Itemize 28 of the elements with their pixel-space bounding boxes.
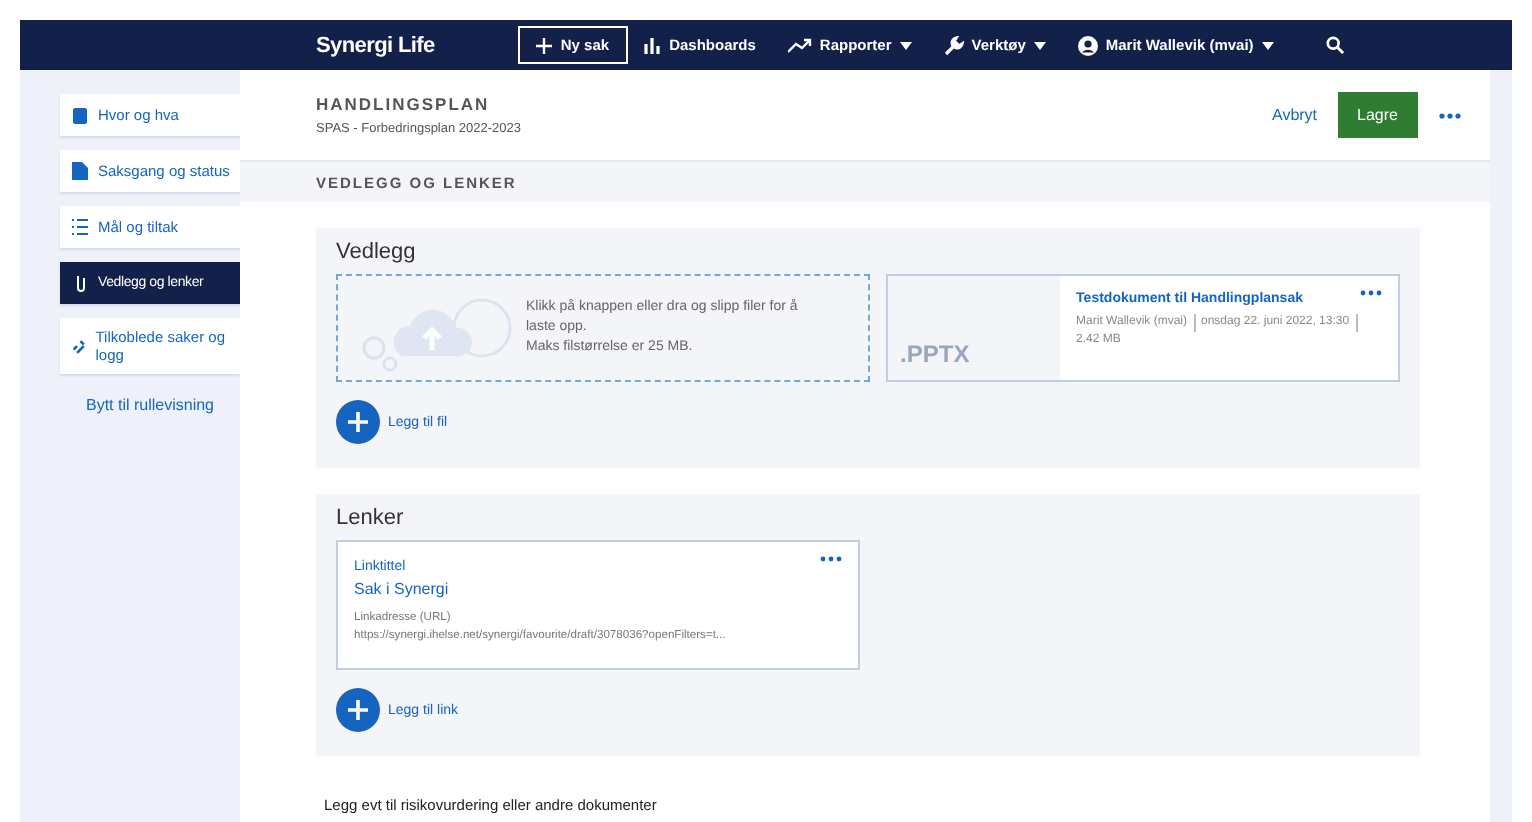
wrench-icon bbox=[943, 35, 964, 55]
page-title: HANDLINGSPLAN bbox=[316, 94, 492, 114]
switch-view-link[interactable]: Bytt til rullevisning bbox=[60, 396, 240, 414]
sidebar-icon bbox=[72, 274, 88, 292]
more-icon[interactable] bbox=[1438, 111, 1462, 119]
sidebar-icon bbox=[72, 337, 86, 355]
sidebar-icon bbox=[72, 218, 88, 236]
link-title[interactable]: Sak i Synergi bbox=[354, 580, 449, 598]
plus-circle-icon bbox=[336, 400, 380, 444]
file-extension: .PPTX bbox=[900, 340, 970, 368]
sidebar-icon bbox=[72, 162, 88, 180]
cancel-link[interactable]: Avbryt bbox=[1272, 106, 1318, 124]
more-icon[interactable] bbox=[1360, 290, 1382, 296]
logo[interactable]: Synergi Life bbox=[316, 33, 435, 57]
caret-icon bbox=[1033, 41, 1046, 49]
trend-icon bbox=[787, 37, 812, 53]
caret-icon bbox=[899, 41, 912, 49]
search-icon[interactable] bbox=[1325, 36, 1344, 54]
panel-title: Lenker bbox=[336, 506, 406, 530]
bar-chart-icon bbox=[643, 37, 662, 53]
plus-icon bbox=[536, 37, 553, 53]
plus-circle-icon bbox=[336, 688, 380, 732]
more-icon[interactable] bbox=[820, 556, 842, 562]
save-button[interactable]: Lagre bbox=[1337, 92, 1418, 138]
caret-icon bbox=[1261, 41, 1274, 49]
user-icon bbox=[1077, 35, 1098, 55]
panel-title: Vedlegg bbox=[336, 240, 418, 264]
sidebar-icon bbox=[72, 106, 88, 124]
